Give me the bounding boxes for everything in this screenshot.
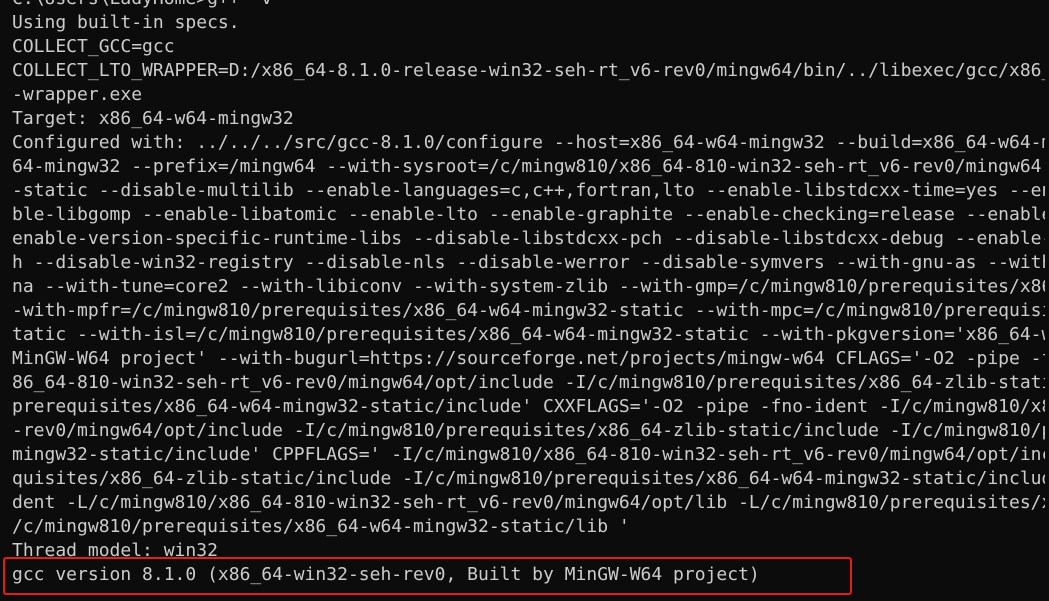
terminal-line: COLLECT_GCC=gcc [12, 36, 175, 57]
terminal-line: /c/mingw810/prerequisites/x86_64-w64-min… [12, 516, 630, 537]
terminal-line: ble-libgomp --enable-libatomic --enable-… [12, 204, 1049, 225]
terminal-line: 64-mingw32 --prefix=/mingw64 --with-sysr… [12, 156, 1042, 177]
terminal-line-thread-model: Thread model: win32 [12, 540, 218, 561]
terminal-line: COLLECT_LTO_WRAPPER=D:/x86_64-8.1.0-rele… [12, 60, 1049, 81]
terminal-line-gcc-version: gcc version 8.1.0 (x86_64-win32-seh-rev0… [12, 564, 760, 585]
terminal-line: tatic --with-isl=/c/mingw810/prerequisit… [12, 324, 1049, 345]
terminal-scrollbar[interactable] [1045, 0, 1049, 601]
terminal-line: 86_64-810-win32-seh-rt_v6-rev0/mingw64/o… [12, 372, 1049, 393]
terminal-line: mingw32-static/include' CPPFLAGS=' -I/c/… [12, 444, 1049, 465]
terminal-output: C:\Users\LadyHome>g++ -v Using built-in … [12, 0, 1049, 587]
terminal-line: -wrapper.exe [12, 84, 143, 105]
terminal-line: -rev0/mingw64/opt/include -I/c/mingw810/… [12, 420, 1049, 441]
terminal-line-command: C:\Users\LadyHome>g++ -v [12, 0, 1049, 11]
terminal-line: -with-mpfr=/c/mingw810/prerequisites/x86… [12, 300, 1049, 321]
terminal-line: h --disable-win32-registry --disable-nls… [12, 252, 1049, 273]
terminal-line: na --with-tune=core2 --with-libiconv --w… [12, 276, 1049, 297]
terminal-line: Configured with: ../../../src/gcc-8.1.0/… [12, 132, 1049, 153]
terminal-line: Using built-in specs. [12, 12, 240, 33]
terminal-line: -static --disable-multilib --enable-lang… [12, 180, 1049, 201]
terminal-line: dent -L/c/mingw810/x86_64-810-win32-seh-… [12, 492, 1049, 513]
terminal-line: quisites/x86_64-zlib-static/include -I/c… [12, 468, 1049, 489]
terminal-line: prerequisites/x86_64-w64-mingw32-static/… [12, 396, 1049, 417]
terminal-window[interactable]: C:\Users\LadyHome>g++ -v Using built-in … [0, 0, 1049, 601]
terminal-line: MinGW-W64 project' --with-bugurl=https:/… [12, 348, 1049, 369]
terminal-line: Target: x86_64-w64-mingw32 [12, 108, 294, 129]
terminal-line: enable-version-specific-runtime-libs --d… [12, 228, 1049, 249]
